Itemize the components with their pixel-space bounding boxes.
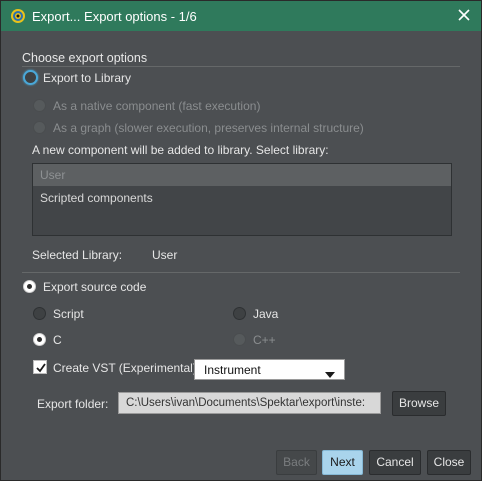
export-source-code-radio[interactable] <box>23 280 36 293</box>
selected-library-label: Selected Library: <box>32 248 123 262</box>
close-button[interactable]: Close <box>427 450 471 475</box>
cancel-button[interactable]: Cancel <box>369 450 421 475</box>
script-label: Script <box>53 307 84 321</box>
window-title: Export... Export options - 1/6 <box>32 9 197 24</box>
title-bar: Export... Export options - 1/6 <box>1 1 481 31</box>
export-to-library-label: Export to Library <box>43 71 132 85</box>
caret-down-icon <box>325 367 335 381</box>
export-to-library-radio[interactable] <box>23 70 38 85</box>
script-radio[interactable] <box>33 307 46 320</box>
java-label: Java <box>253 307 279 321</box>
divider <box>22 272 460 273</box>
export-folder-label: Export folder: <box>37 397 109 411</box>
library-list[interactable]: User Scripted components <box>32 163 452 236</box>
create-vst-checkbox[interactable] <box>33 360 47 374</box>
native-component-radio[interactable] <box>33 99 46 112</box>
export-dialog: Export... Export options - 1/6 Choose ex… <box>0 0 482 481</box>
divider <box>22 66 460 67</box>
library-prompt: A new component will be added to library… <box>32 143 329 157</box>
browse-button[interactable]: Browse <box>392 391 446 416</box>
cpp-label: C++ <box>253 333 276 347</box>
graph-label: As a graph (slower execution, preserves … <box>53 121 364 135</box>
check-icon <box>36 363 46 373</box>
export-source-code-label: Export source code <box>43 280 147 294</box>
export-folder-field[interactable]: C:\Users\ivan\Documents\Spektar\export\i… <box>118 392 381 414</box>
selected-library-value: User <box>152 248 178 262</box>
close-icon[interactable] <box>456 7 472 23</box>
c-label: C <box>53 333 62 347</box>
list-item[interactable]: User <box>33 164 451 186</box>
vst-type-value: Instrument <box>204 363 261 377</box>
back-button[interactable]: Back <box>276 450 317 475</box>
java-radio[interactable] <box>233 307 246 320</box>
app-logo-icon <box>10 8 26 24</box>
section-title: Choose export options <box>22 51 148 65</box>
vst-type-dropdown[interactable]: Instrument <box>194 359 345 380</box>
c-radio[interactable] <box>33 333 46 346</box>
list-item[interactable]: Scripted components <box>33 187 451 209</box>
cpp-radio[interactable] <box>233 333 246 346</box>
create-vst-label: Create VST (Experimental) <box>53 361 197 375</box>
next-button[interactable]: Next <box>322 450 363 475</box>
native-component-label: As a native component (fast execution) <box>53 99 261 113</box>
graph-radio[interactable] <box>33 121 46 134</box>
